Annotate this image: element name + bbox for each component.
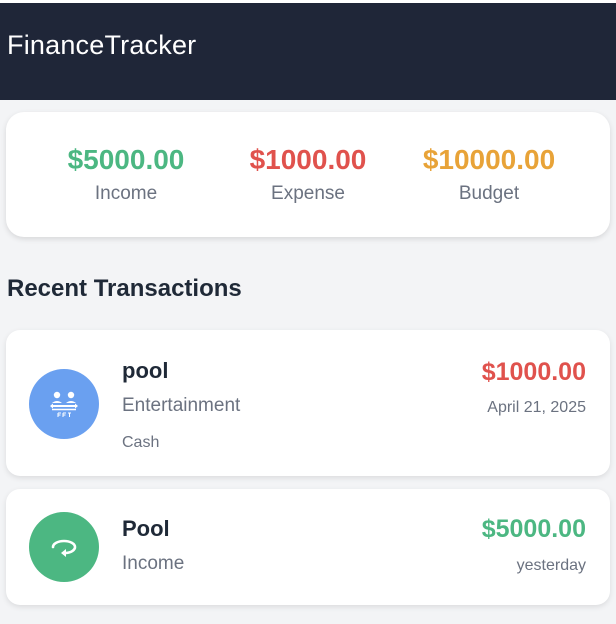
- entertainment-glyph: [50, 391, 78, 417]
- transaction-payment-method: Cash: [122, 434, 160, 451]
- recent-transactions-title: Recent Transactions: [7, 275, 242, 302]
- transaction-card[interactable]: pool Entertainment Cash $1000.00 April 2…: [6, 330, 610, 476]
- transaction-date: April 21, 2025: [487, 399, 586, 416]
- transaction-category: Income: [122, 553, 185, 574]
- transaction-card[interactable]: Pool Income $5000.00 yesterday: [6, 489, 610, 605]
- transaction-amount: $5000.00: [481, 515, 586, 543]
- expense-summary: $1000.00 Expense: [208, 142, 408, 208]
- expense-value: $1000.00: [249, 144, 367, 175]
- transaction-name: Pool: [122, 516, 170, 541]
- transaction-amount: $1000.00: [481, 358, 586, 386]
- transaction-name: pool: [122, 358, 169, 383]
- transaction-category: Entertainment: [122, 395, 241, 416]
- transaction-date: yesterday: [516, 557, 586, 574]
- budget-label: Budget: [458, 183, 520, 204]
- income-glyph: [51, 539, 77, 557]
- summary-card: $5000.00 Income $1000.00 Expense $10000.…: [6, 112, 610, 237]
- budget-value: $10000.00: [422, 144, 556, 175]
- expense-label: Expense: [271, 183, 345, 204]
- income-summary: $5000.00 Income: [26, 142, 226, 208]
- income-icon: [29, 512, 99, 582]
- income-value: $5000.00: [67, 144, 185, 175]
- entertainment-icon: [29, 369, 99, 439]
- income-label: Income: [94, 183, 158, 204]
- app-title: FinanceTracker: [7, 30, 197, 60]
- app-header: FinanceTracker: [0, 0, 616, 100]
- app-screen: FinanceTracker $5000.00 Income $1000.00 …: [0, 0, 616, 624]
- budget-summary: $10000.00 Budget: [389, 142, 589, 208]
